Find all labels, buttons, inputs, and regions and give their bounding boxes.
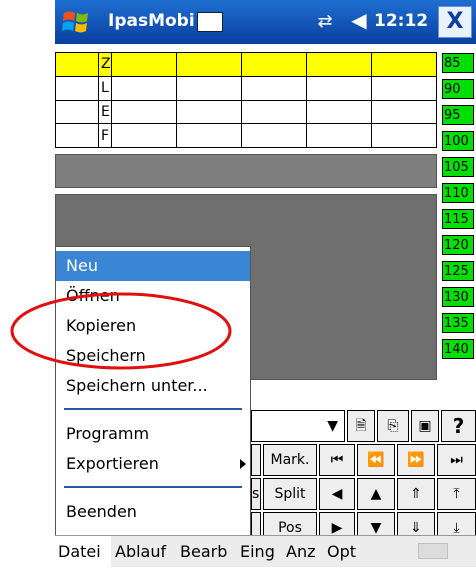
menu-item-exportieren[interactable]: Exportieren — [56, 449, 250, 479]
menu-datei[interactable]: Datei — [55, 536, 111, 568]
menu-separator — [64, 486, 242, 488]
grid-row[interactable]: F — [55, 123, 437, 148]
mark-button[interactable]: Mark. — [263, 444, 317, 476]
copy-icon: ⎘ — [387, 418, 399, 434]
fast-back-button[interactable]: ⏪ — [357, 444, 395, 476]
copy-button[interactable]: ⎘ — [377, 410, 409, 442]
info-panel — [55, 154, 437, 188]
scale-item[interactable]: 85 — [442, 53, 474, 73]
scale-item[interactable]: 110 — [442, 183, 474, 203]
app-title: IpasMobi — [108, 11, 195, 31]
last-button[interactable]: ⏭ — [437, 444, 476, 476]
input-panel-icon[interactable] — [197, 12, 223, 32]
arrow-up-icon: ▲ — [370, 486, 382, 502]
fast-forward-icon: ⏩ — [407, 452, 425, 468]
double-arrow-up-icon: ⇑ — [410, 486, 422, 502]
partial-button[interactable] — [251, 444, 261, 476]
help-button[interactable]: ? — [441, 410, 476, 442]
close-button[interactable]: X — [438, 6, 472, 38]
chevron-down-icon: ▼ — [327, 418, 338, 434]
volume-icon[interactable]: ◀ — [346, 8, 372, 34]
arrow-down-icon: ▼ — [370, 520, 382, 536]
row-key: L — [98, 75, 112, 101]
first-button[interactable]: ⏮ — [319, 444, 355, 476]
save-button[interactable]: ▣ — [411, 410, 439, 442]
submenu-arrow-icon — [240, 459, 246, 469]
split-button[interactable]: Split — [263, 478, 317, 510]
new-document-button[interactable]: 🗎 — [347, 410, 375, 442]
menu-item-neu[interactable]: Neu — [56, 251, 250, 281]
menu-anz[interactable]: Anz — [286, 536, 315, 568]
menu-eing[interactable]: Eing — [240, 536, 275, 568]
scale-item[interactable]: 140 — [442, 339, 474, 359]
scale-item[interactable]: 120 — [442, 235, 474, 255]
data-grid[interactable]: Z L E F — [55, 52, 437, 148]
dropdown[interactable]: ▼ — [251, 410, 345, 442]
menu-bar: Datei Ablauf Bearb Eing Anz Opt — [55, 535, 476, 568]
row-key: E — [98, 99, 112, 125]
grid-row[interactable]: Z — [55, 52, 437, 77]
clock[interactable]: 12:12 — [374, 8, 428, 34]
up-button[interactable]: ▲ — [357, 478, 395, 510]
scale-item[interactable]: 100 — [442, 131, 474, 151]
scale-item[interactable]: 125 — [442, 261, 474, 281]
keyboard-icon[interactable] — [418, 543, 448, 559]
scale-item[interactable]: 115 — [442, 209, 474, 229]
help-icon: ? — [452, 414, 465, 438]
scale-item[interactable]: 95 — [442, 105, 474, 125]
menu-bearb[interactable]: Bearb — [180, 536, 227, 568]
value-scale[interactable]: 85 90 95 100 105 110 115 120 125 130 135… — [442, 52, 476, 370]
grid-row[interactable]: L — [55, 75, 437, 101]
top-button[interactable]: ⤒ — [437, 478, 476, 510]
double-arrow-down-icon: ⇓ — [410, 520, 422, 536]
fast-forward-button[interactable]: ⏩ — [397, 444, 435, 476]
floppy-disk-icon: ▣ — [418, 418, 432, 434]
menu-item-programm[interactable]: Programm — [56, 419, 250, 449]
connectivity-icon[interactable]: ⇄ — [312, 11, 338, 33]
skip-back-icon: ⏮ — [330, 452, 344, 468]
double-up-button[interactable]: ⇑ — [397, 478, 435, 510]
menu-item-speichern-unter[interactable]: Speichern unter... — [56, 371, 250, 401]
arrow-left-icon: ◀ — [331, 486, 343, 502]
menu-ablauf[interactable]: Ablauf — [115, 536, 166, 568]
menu-separator — [64, 408, 242, 410]
arrow-to-top-icon: ⤒ — [453, 486, 460, 502]
scale-item[interactable]: 90 — [442, 79, 474, 99]
fast-back-icon: ⏪ — [367, 452, 385, 468]
left-button[interactable]: ◀ — [319, 478, 355, 510]
scale-item[interactable]: 105 — [442, 157, 474, 177]
annotation-ellipse — [10, 292, 232, 370]
arrow-right-icon: ▶ — [331, 520, 343, 536]
arrow-to-bottom-icon: ⤓ — [453, 520, 460, 536]
menu-opt[interactable]: Opt — [327, 536, 356, 568]
row-key: F — [98, 123, 112, 148]
grid-row[interactable]: E — [55, 99, 437, 125]
menu-item-beenden[interactable]: Beenden — [56, 497, 250, 527]
scale-item[interactable]: 130 — [442, 287, 474, 307]
row-key: Z — [98, 52, 112, 77]
document-icon: 🗎 — [355, 418, 367, 434]
partial-s-button[interactable]: s — [251, 478, 261, 510]
skip-forward-icon: ⏭ — [450, 452, 463, 468]
scale-item[interactable]: 135 — [442, 313, 474, 333]
windows-logo-icon[interactable] — [62, 9, 90, 35]
